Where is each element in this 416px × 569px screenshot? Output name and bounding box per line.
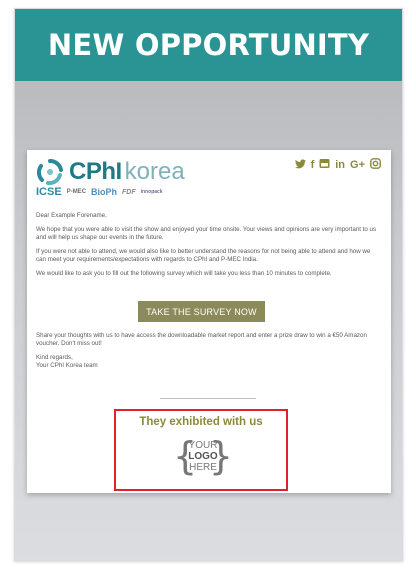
twitter-icon[interactable] — [294, 158, 306, 172]
subbrand-icse: ICSE — [36, 186, 62, 198]
google-plus-icon[interactable]: G+ — [350, 159, 365, 171]
exhibitor-title: They exhibited with us — [139, 416, 263, 428]
linkedin-icon[interactable]: in — [335, 159, 345, 171]
logo-placeholder: { YOUR LOGO HERE } — [173, 433, 233, 483]
paragraph-1: We hope that you were able to visit the … — [36, 226, 377, 241]
signoff-line-1: Kind regards, — [36, 354, 73, 361]
banner: NEW OPPORTUNITY — [15, 9, 402, 81]
subbrand-logos: ICSE P-MEC BioPh FDF innopack — [36, 186, 163, 198]
cphi-logo: CPhI korea — [35, 158, 185, 186]
logo-korea-text: korea — [124, 158, 185, 185]
greeting: Dear Example Forename, — [36, 212, 107, 219]
subbrand-bioph: BioPh — [91, 187, 118, 197]
exhibitor-highlight-box: They exhibited with us { YOUR LOGO HERE … — [114, 409, 288, 491]
subbrand-fdf: FDF — [122, 188, 136, 196]
signoff-line-2: Your CPhI Korea team — [36, 362, 98, 369]
youtube-icon[interactable] — [319, 158, 330, 172]
paragraph-3: We would like to ask you to fill out the… — [36, 270, 332, 277]
email-body-top: Dear Example Forename, We hope that you … — [36, 212, 380, 284]
paragraph-2: If you were not able to attend, we would… — [36, 248, 371, 263]
facebook-icon[interactable]: f — [311, 159, 315, 171]
paragraph-4: Share your thoughts with us to have acce… — [36, 332, 367, 347]
take-survey-button[interactable]: TAKE THE SURVEY NOW — [138, 301, 265, 322]
divider — [160, 398, 256, 399]
banner-title: NEW OPPORTUNITY — [47, 28, 370, 62]
subbrand-innopack: innopack — [140, 189, 163, 195]
email-body-bottom: Share your thoughts with us to have acce… — [36, 332, 380, 376]
logo-cphi-text: CPhI — [69, 158, 122, 185]
instagram-icon[interactable] — [370, 158, 381, 172]
social-links: f in G+ — [294, 158, 381, 172]
cphi-logo-icon — [35, 158, 65, 186]
subbrand-pmec: P-MEC — [66, 189, 87, 195]
right-brace-icon: } — [208, 434, 233, 478]
email-preview: CPhI korea ICSE P-MEC BioPh FDF innopack … — [27, 150, 391, 493]
